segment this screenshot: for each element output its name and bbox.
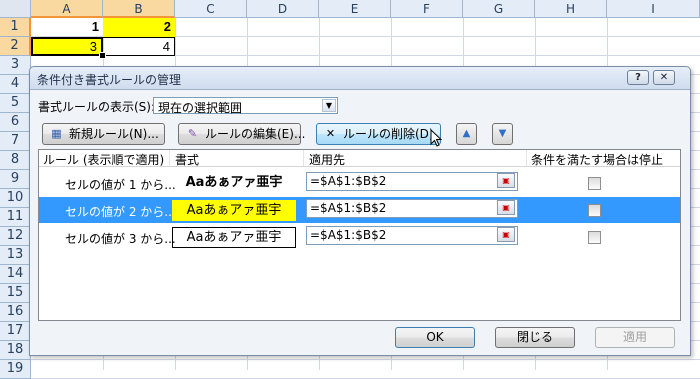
chevron-down-icon[interactable]: ▼: [322, 99, 336, 112]
range-picker-icon[interactable]: ▣: [497, 200, 515, 215]
row-header[interactable]: 11: [0, 208, 31, 227]
format-preview: Aaあぁアァ亜宇: [172, 227, 296, 248]
applies-to-field[interactable]: =$A$1:$B$2: [306, 226, 518, 245]
rules-list[interactable]: ルール (表示順で適用) 書式 適用先 条件を満たす場合は停止 セルの値が 1 …: [38, 149, 681, 321]
range-picker-icon[interactable]: ▣: [497, 227, 515, 242]
rule-name: セルの値が 3 から...: [65, 232, 176, 246]
gridline: [31, 359, 700, 360]
stop-if-true-checkbox[interactable]: [588, 231, 601, 244]
row-header[interactable]: 3: [0, 56, 31, 75]
row-header[interactable]: 10: [0, 189, 31, 208]
row-header[interactable]: 16: [0, 303, 31, 322]
row-header[interactable]: 4: [0, 75, 31, 94]
column-header-i[interactable]: I: [607, 0, 700, 18]
arrow-down-icon: ▼: [498, 128, 507, 139]
column-header-c[interactable]: C: [175, 0, 247, 18]
delete-rule-button[interactable]: ✕ ルールの削除(D): [316, 123, 441, 145]
rule-row[interactable]: セルの値が 3 から... Aaあぁアァ亜宇 =$A$1:$B$2 ▣: [39, 224, 680, 250]
show-rules-dropdown[interactable]: 現在の選択範囲 ▼: [153, 97, 338, 115]
row-header[interactable]: 12: [0, 227, 31, 246]
range-picker-icon[interactable]: ▣: [497, 173, 515, 188]
column-header-g[interactable]: G: [463, 0, 535, 18]
column-format[interactable]: 書式: [175, 151, 199, 168]
edit-rule-button[interactable]: ✎ ルールの編集(E)...: [178, 123, 305, 145]
fill-handle[interactable]: [99, 52, 106, 59]
conditional-formatting-dialog: 条件付き書式ルールの管理 ? ✕ 書式ルールの表示(S): 現在の選択範囲 ▼ …: [29, 66, 691, 356]
select-all-corner[interactable]: [0, 0, 31, 18]
column-applies-to[interactable]: 適用先: [309, 151, 345, 168]
rule-row[interactable]: セルの値が 1 から... Aaあぁアァ亜宇 =$A$1:$B$2 ▣: [39, 170, 680, 196]
move-up-button[interactable]: ▲: [456, 123, 477, 145]
rule-name: セルの値が 1 から...: [65, 178, 176, 192]
rule-name: セルの値が 2 から...: [65, 205, 176, 219]
close-dialog-button[interactable]: 閉じる: [495, 327, 575, 348]
cell-a2[interactable]: 3: [31, 37, 103, 56]
cell-b1[interactable]: 2: [103, 18, 175, 37]
close-button[interactable]: ✕: [653, 70, 675, 85]
column-stop-if-true[interactable]: 条件を満たす場合は停止: [531, 151, 663, 168]
row-header[interactable]: 5: [0, 94, 31, 113]
cell-b2[interactable]: 4: [103, 37, 175, 56]
row-header[interactable]: 9: [0, 170, 31, 189]
cell-a1[interactable]: 1: [31, 18, 103, 37]
new-rule-button[interactable]: ▦ 新規ルール(N)...: [42, 123, 165, 145]
row-header[interactable]: 7: [0, 132, 31, 151]
new-rule-icon: ▦: [51, 127, 62, 140]
row-header[interactable]: 8: [0, 151, 31, 170]
row-header[interactable]: 13: [0, 246, 31, 265]
apply-button[interactable]: 適用: [595, 327, 675, 348]
format-preview: Aaあぁアァ亜宇: [185, 175, 283, 190]
dialog-titlebar[interactable]: 条件付き書式ルールの管理 ? ✕: [30, 67, 690, 90]
show-rules-label: 書式ルールの表示(S):: [38, 100, 156, 114]
applies-to-field[interactable]: =$A$1:$B$2: [306, 199, 518, 218]
format-preview: Aaあぁアァ亜宇: [172, 200, 296, 221]
applies-to-field[interactable]: =$A$1:$B$2: [306, 172, 518, 191]
column-header-d[interactable]: D: [247, 0, 319, 18]
column-rule[interactable]: ルール (表示順で適用): [43, 151, 164, 168]
show-rules-value: 現在の選択範囲: [158, 101, 243, 115]
rules-list-header: ルール (表示順で適用) 書式 適用先 条件を満たす場合は停止: [39, 150, 680, 167]
row-header[interactable]: 18: [0, 341, 31, 360]
edit-rule-icon: ✎: [187, 127, 198, 140]
delete-x-icon: ✕: [325, 127, 336, 140]
stop-if-true-checkbox[interactable]: [588, 204, 601, 217]
column-header-f[interactable]: F: [391, 0, 463, 18]
help-button[interactable]: ?: [627, 70, 649, 85]
column-header-e[interactable]: E: [319, 0, 391, 18]
move-down-button[interactable]: ▼: [492, 123, 513, 145]
arrow-up-icon: ▲: [462, 128, 471, 139]
stop-if-true-checkbox[interactable]: [588, 177, 601, 190]
row-header[interactable]: 6: [0, 113, 31, 132]
row-header[interactable]: 15: [0, 284, 31, 303]
ok-button[interactable]: OK: [395, 327, 475, 348]
row-header[interactable]: 14: [0, 265, 31, 284]
dialog-title: 条件付き書式ルールの管理: [37, 73, 182, 87]
column-header-a[interactable]: A: [31, 0, 103, 18]
row-header[interactable]: 1: [0, 18, 31, 37]
row-header[interactable]: 2: [0, 37, 31, 56]
mouse-pointer-icon: [430, 129, 443, 147]
column-header-h[interactable]: H: [535, 0, 607, 18]
row-header[interactable]: 17: [0, 322, 31, 341]
rule-row-selected[interactable]: セルの値が 2 から... Aaあぁアァ亜宇 =$A$1:$B$2 ▣: [39, 197, 680, 223]
column-header-b[interactable]: B: [103, 0, 175, 18]
